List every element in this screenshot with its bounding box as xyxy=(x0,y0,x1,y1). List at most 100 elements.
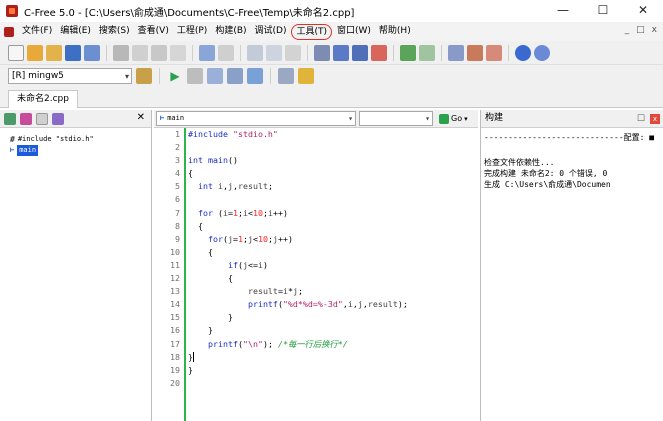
find-icon[interactable] xyxy=(247,44,263,61)
copy-icon[interactable] xyxy=(151,44,167,61)
pin-icon[interactable]: ☐ xyxy=(637,111,645,128)
line-number: 13 xyxy=(170,286,180,297)
function-combo[interactable]: ⊢ main ▾ xyxy=(156,111,356,126)
toolbar-separator xyxy=(307,44,308,61)
run-icon[interactable]: ▶ xyxy=(167,68,183,84)
go-label: Go xyxy=(451,114,463,123)
document-icon[interactable] xyxy=(4,26,14,37)
project-icon[interactable] xyxy=(448,44,464,61)
build-panel-title: 构建 xyxy=(485,113,504,123)
close-button[interactable]: ✕ xyxy=(623,0,663,22)
menu-help[interactable]: 帮助(H) xyxy=(375,23,415,40)
lightbulb-icon[interactable] xyxy=(298,68,314,84)
code-line[interactable]: } xyxy=(188,351,478,364)
menu-view[interactable]: 查看(V) xyxy=(134,23,173,40)
menu-debug[interactable]: 调试(D) xyxy=(251,23,291,40)
line-number: 1 xyxy=(175,129,180,139)
indent-icon[interactable] xyxy=(352,44,368,61)
toolbar-separator xyxy=(159,68,160,84)
info-icon[interactable] xyxy=(534,44,550,61)
build-panel-header: 构建 ☐ x xyxy=(481,110,663,128)
close-icon[interactable]: ✕ xyxy=(137,112,145,123)
save-all-icon[interactable] xyxy=(84,44,100,61)
menu-project[interactable]: 工程(P) xyxy=(173,23,211,40)
code-editor[interactable]: 1 2 3 4 5 6 7 8 9 10 11 12 13 14 15 16 17 18 19 20 #include… xyxy=(154,128,478,421)
new-file-icon[interactable] xyxy=(8,44,24,61)
class-view-icon[interactable] xyxy=(52,112,64,125)
code-line[interactable]: for(j=1;j<10;j++) xyxy=(188,233,478,246)
scope-combo[interactable]: ▾ xyxy=(359,111,433,126)
code-line[interactable] xyxy=(188,193,478,206)
menu-search[interactable]: 搜索(S) xyxy=(95,23,134,40)
rebuild-icon[interactable] xyxy=(247,68,263,84)
code-line[interactable]: int i,j,result; xyxy=(188,180,478,193)
new-dropdown-icon[interactable] xyxy=(27,44,43,61)
code-line[interactable]: { xyxy=(188,220,478,233)
code-line[interactable]: { xyxy=(188,272,478,285)
chevron-down-icon: ▾ xyxy=(464,114,468,123)
build-output-line: 生成 C:\Users\俞成通\Documen xyxy=(484,180,611,189)
bookmark-prev-icon[interactable] xyxy=(419,44,435,61)
code-line[interactable]: } xyxy=(188,311,478,324)
build-icon[interactable] xyxy=(227,68,243,84)
find-next-icon[interactable] xyxy=(266,44,282,61)
compile-icon[interactable] xyxy=(207,68,223,84)
code-line[interactable] xyxy=(188,141,478,154)
close-icon[interactable]: x xyxy=(650,114,660,124)
menu-build[interactable]: 构建(B) xyxy=(211,23,250,40)
code-line[interactable]: result=i*j; xyxy=(188,285,478,298)
filter-icon[interactable] xyxy=(20,112,32,125)
goto-line-icon[interactable] xyxy=(314,44,330,61)
line-number: 9 xyxy=(175,233,180,244)
file-tab[interactable]: 未命名2.cpp xyxy=(8,90,78,108)
compiler-select[interactable]: [R] mingw5 ▾ xyxy=(8,68,132,84)
toggle-comment-icon[interactable] xyxy=(371,44,387,61)
menu-file[interactable]: 文件(F) xyxy=(18,23,56,40)
list-view-icon[interactable] xyxy=(36,112,48,125)
window-title: C-Free 5.0 - [C:\Users\俞成通\Documents\C-F… xyxy=(24,7,355,19)
bookmark-next-icon[interactable] xyxy=(400,44,416,61)
build-options-icon[interactable] xyxy=(467,44,483,61)
code-line[interactable]: for (i=1;i<10;i++) xyxy=(188,207,478,220)
save-icon[interactable] xyxy=(65,44,81,61)
maximize-button[interactable]: ☐ xyxy=(583,0,623,22)
go-button[interactable]: Go ▾ xyxy=(436,111,471,126)
menu-window[interactable]: 窗口(W) xyxy=(333,23,375,40)
debug-icon[interactable] xyxy=(278,68,294,84)
format-icon[interactable] xyxy=(333,44,349,61)
mdi-minimize-button[interactable]: _ xyxy=(625,25,630,35)
open-folder-icon[interactable] xyxy=(46,44,62,61)
undo-icon[interactable] xyxy=(199,44,215,61)
tree-item-include[interactable]: # #include "stdio.h" xyxy=(0,134,151,145)
code-line[interactable]: printf("\n"); /*每一行后换行*/ xyxy=(188,338,478,351)
code-line[interactable]: } xyxy=(188,324,478,337)
mdi-restore-button[interactable]: □ xyxy=(636,25,645,35)
compiler-config-icon[interactable] xyxy=(136,68,152,84)
paste-icon[interactable] xyxy=(170,44,186,61)
line-number: 16 xyxy=(170,325,180,336)
stop-icon[interactable] xyxy=(187,68,203,84)
print-icon[interactable] xyxy=(113,44,129,61)
hash-icon: # xyxy=(10,135,15,144)
close-window-icon[interactable] xyxy=(486,44,502,61)
code-line[interactable]: #include "stdio.h" xyxy=(188,128,478,141)
line-number: 19 xyxy=(170,364,180,375)
code-line[interactable]: if(j<=i) xyxy=(188,259,478,272)
redo-icon[interactable] xyxy=(218,44,234,61)
code-line[interactable]: { xyxy=(188,246,478,259)
code-line[interactable]: printf("%d*%d=%-3d",i,j,result); xyxy=(188,298,478,311)
menu-edit[interactable]: 编辑(E) xyxy=(56,23,95,40)
code-line[interactable]: { xyxy=(188,167,478,180)
mdi-close-button[interactable]: x xyxy=(652,25,657,35)
replace-icon[interactable] xyxy=(285,44,301,61)
minimize-button[interactable]: — xyxy=(543,0,583,22)
menu-tools[interactable]: 工具(T) xyxy=(291,23,332,40)
code-line[interactable]: } xyxy=(188,364,478,377)
sort-icon[interactable] xyxy=(4,112,16,125)
tree-item-main[interactable]: ⊢ main xyxy=(0,145,151,156)
code-area[interactable]: #include "stdio.h" int main(){ int i,j,re… xyxy=(188,128,478,421)
help-icon[interactable] xyxy=(515,44,531,61)
code-line[interactable] xyxy=(188,377,478,390)
code-line[interactable]: int main() xyxy=(188,154,478,167)
cut-icon[interactable] xyxy=(132,44,148,61)
